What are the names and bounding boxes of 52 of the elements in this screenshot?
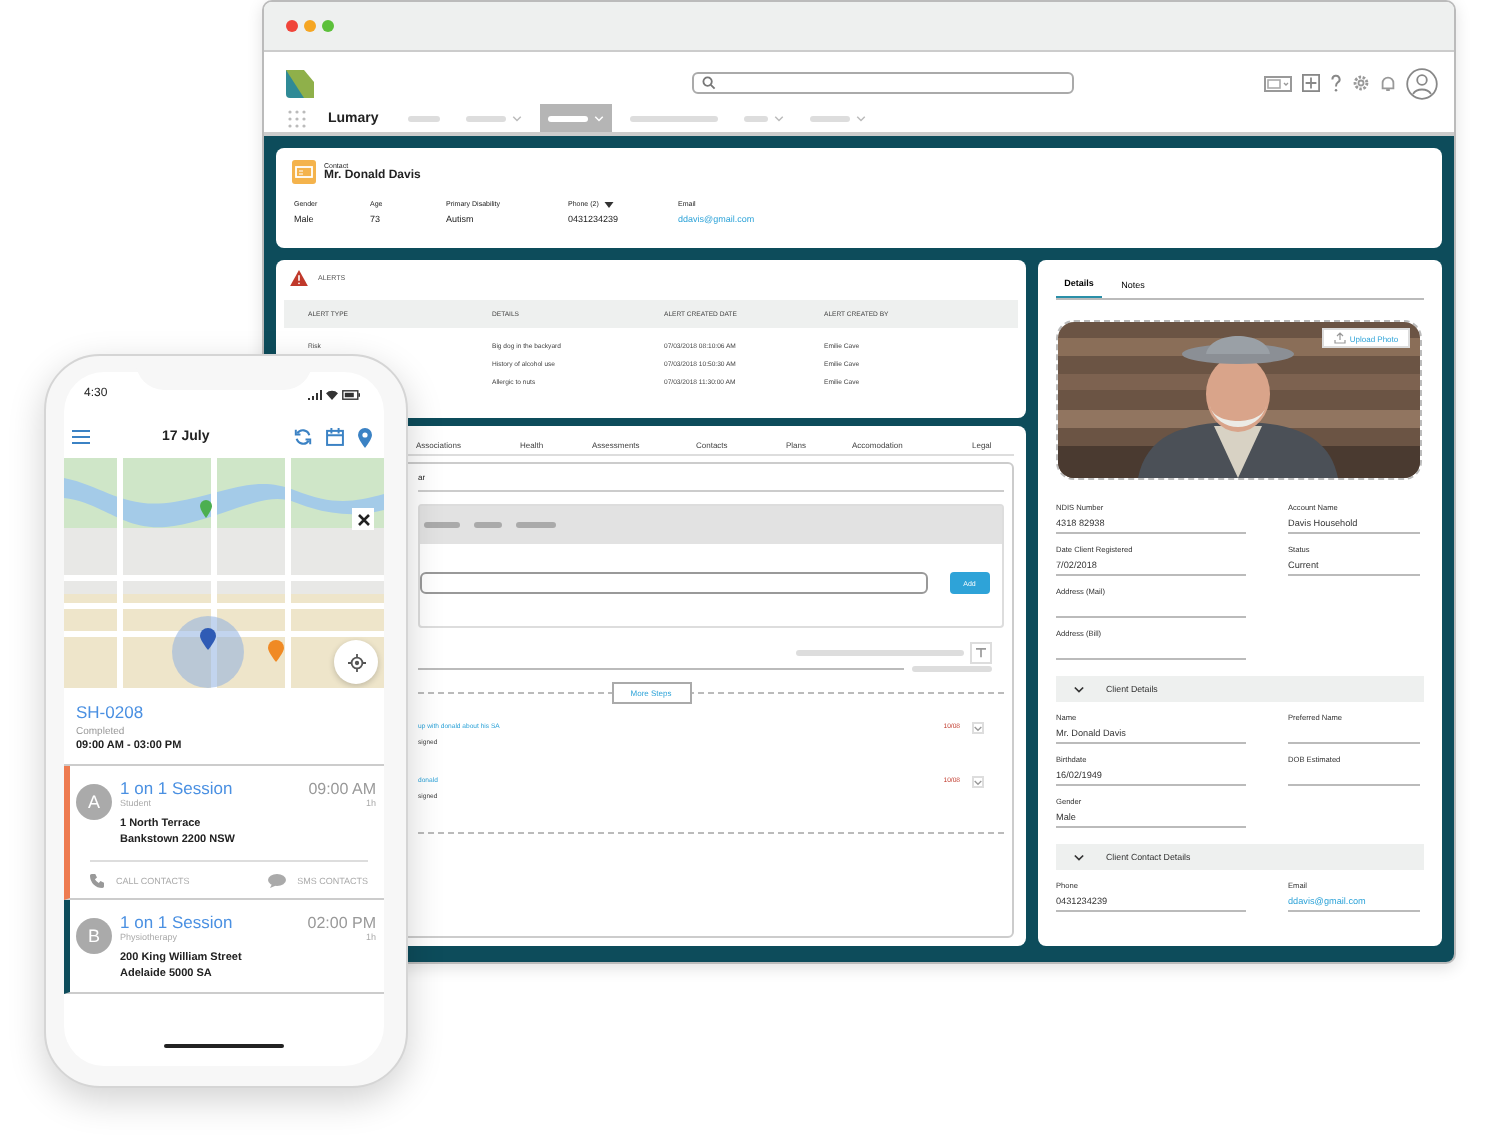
toggle-icon[interactable] <box>1264 75 1292 91</box>
logo-icon <box>284 67 316 99</box>
add-icon[interactable] <box>1302 74 1320 92</box>
nav-menu-item[interactable] <box>540 104 613 132</box>
settings-icon[interactable] <box>1352 74 1370 92</box>
session-title: 1 on 1 Session <box>120 778 233 798</box>
input-field[interactable] <box>420 572 928 594</box>
locate-icon <box>347 653 365 671</box>
search-icon <box>702 76 716 90</box>
home-indicator <box>164 1044 284 1048</box>
caret-icon <box>594 115 605 121</box>
session-time: 09:00 AM <box>308 780 376 798</box>
caret-icon <box>974 725 982 731</box>
avatar-letter: A <box>76 784 112 820</box>
dropdown-icon[interactable] <box>604 201 615 207</box>
warning-icon <box>290 270 308 286</box>
minimize-window-icon[interactable] <box>304 20 316 32</box>
calendar-icon[interactable] <box>326 428 344 446</box>
phone-icon <box>90 874 104 888</box>
help-icon[interactable] <box>1330 74 1342 92</box>
task-menu-button[interactable] <box>972 722 984 734</box>
caret-icon <box>974 779 982 785</box>
shift-id: SH-0208 <box>76 702 146 722</box>
avatar-letter: B <box>76 918 112 954</box>
chevron-icon <box>1074 853 1084 861</box>
toolbar-item[interactable] <box>474 522 502 528</box>
search-field[interactable] <box>692 72 1074 94</box>
close-icon <box>357 513 369 525</box>
close-window-icon[interactable] <box>286 20 298 32</box>
user-avatar-icon[interactable] <box>1406 67 1438 99</box>
caret-icon <box>856 115 867 121</box>
location-pin-icon[interactable] <box>358 427 372 447</box>
bell-icon[interactable] <box>1380 74 1396 92</box>
signal-icon <box>308 389 322 399</box>
chat-bubble-icon <box>267 874 286 888</box>
caret-icon <box>774 115 785 121</box>
close-button[interactable] <box>352 508 374 530</box>
battery-icon <box>342 389 360 399</box>
menu-icon[interactable] <box>72 430 90 444</box>
filter-button[interactable] <box>970 642 992 664</box>
upload-icon <box>1333 332 1346 344</box>
task-menu-button[interactable] <box>972 776 984 788</box>
app-launcher-icon[interactable] <box>288 109 306 127</box>
date-placeholder-bar <box>912 666 992 672</box>
maximize-window-icon[interactable] <box>322 20 334 32</box>
caret-icon <box>512 115 523 121</box>
session-time: 02:00 PM <box>307 914 376 932</box>
chevron-icon <box>1074 685 1084 693</box>
wifi-icon <box>326 389 338 399</box>
refresh-icon[interactable] <box>294 428 312 446</box>
session-title: 1 on 1 Session <box>120 912 233 932</box>
contact-icon <box>292 160 316 184</box>
